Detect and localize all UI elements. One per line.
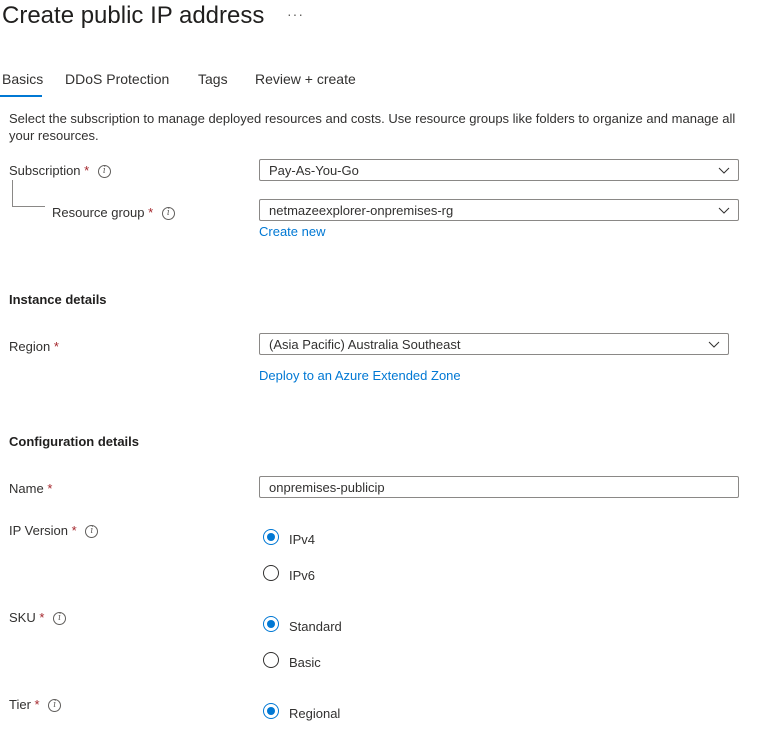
tier-label: Tier * i xyxy=(9,697,62,713)
ipv4-radio[interactable] xyxy=(263,529,279,545)
info-icon[interactable]: i xyxy=(53,612,67,626)
resource-group-label-text: Resource group xyxy=(52,205,145,220)
name-input[interactable]: onpremises-publicip xyxy=(259,476,739,498)
subscription-label-text: Subscription xyxy=(9,163,81,178)
configuration-details-heading: Configuration details xyxy=(9,434,139,449)
required-marker: * xyxy=(34,697,40,712)
region-dropdown[interactable]: (Asia Pacific) Australia Southeast xyxy=(259,333,729,355)
regional-radio[interactable] xyxy=(263,703,279,719)
basic-label[interactable]: Basic xyxy=(289,655,321,670)
required-marker: * xyxy=(39,610,45,625)
tab-basics[interactable]: Basics xyxy=(2,71,43,87)
ip-version-label: IP Version * i xyxy=(9,523,99,539)
name-label: Name * xyxy=(9,481,52,496)
tree-connector xyxy=(12,180,13,206)
scroll-clip xyxy=(0,97,775,113)
ipv6-radio[interactable] xyxy=(263,565,279,581)
tree-connector-horizontal xyxy=(12,206,45,207)
instance-details-heading: Instance details xyxy=(9,292,107,307)
resource-group-value: netmazeexplorer-onpremises-rg xyxy=(269,203,454,218)
sku-label: SKU * i xyxy=(9,610,67,626)
required-marker: * xyxy=(47,481,53,496)
info-icon[interactable]: i xyxy=(97,165,111,179)
chevron-down-icon xyxy=(718,167,730,174)
required-marker: * xyxy=(53,339,59,354)
page-title: Create public IP address xyxy=(2,2,265,29)
info-icon[interactable]: i xyxy=(85,525,99,539)
standard-radio[interactable] xyxy=(263,616,279,632)
tab-ddos-protection[interactable]: DDoS Protection xyxy=(65,71,169,87)
resource-group-dropdown[interactable]: netmazeexplorer-onpremises-rg xyxy=(259,199,739,221)
tier-label-text: Tier xyxy=(9,697,31,712)
regional-label[interactable]: Regional xyxy=(289,706,340,721)
chevron-down-icon xyxy=(718,207,730,214)
standard-label[interactable]: Standard xyxy=(289,619,342,634)
create-new-link[interactable]: Create new xyxy=(259,224,325,239)
intro-text: Select the subscription to manage deploy… xyxy=(9,111,736,143)
region-label: Region * xyxy=(9,339,59,354)
required-marker: * xyxy=(84,163,90,178)
name-label-text: Name xyxy=(9,481,44,496)
required-marker: * xyxy=(71,523,77,538)
info-icon[interactable]: i xyxy=(48,699,62,713)
region-value: (Asia Pacific) Australia Southeast xyxy=(269,337,461,352)
basic-radio[interactable] xyxy=(263,652,279,668)
ip-version-label-text: IP Version xyxy=(9,523,69,538)
subscription-label: Subscription * i xyxy=(9,163,111,179)
tab-review-create[interactable]: Review + create xyxy=(255,71,356,87)
subscription-value: Pay-As-You-Go xyxy=(269,163,359,178)
subscription-dropdown[interactable]: Pay-As-You-Go xyxy=(259,159,739,181)
extended-zone-link[interactable]: Deploy to an Azure Extended Zone xyxy=(259,368,461,383)
more-options-button[interactable]: ··· xyxy=(287,6,304,22)
ipv6-label[interactable]: IPv6 xyxy=(289,568,315,583)
sku-label-text: SKU xyxy=(9,610,36,625)
resource-group-label: Resource group * i xyxy=(52,205,175,221)
info-icon[interactable]: i xyxy=(161,207,175,221)
chevron-down-icon xyxy=(708,341,720,348)
ipv4-label[interactable]: IPv4 xyxy=(289,532,315,547)
region-label-text: Region xyxy=(9,339,51,354)
tab-tags[interactable]: Tags xyxy=(198,71,228,87)
required-marker: * xyxy=(148,205,154,220)
